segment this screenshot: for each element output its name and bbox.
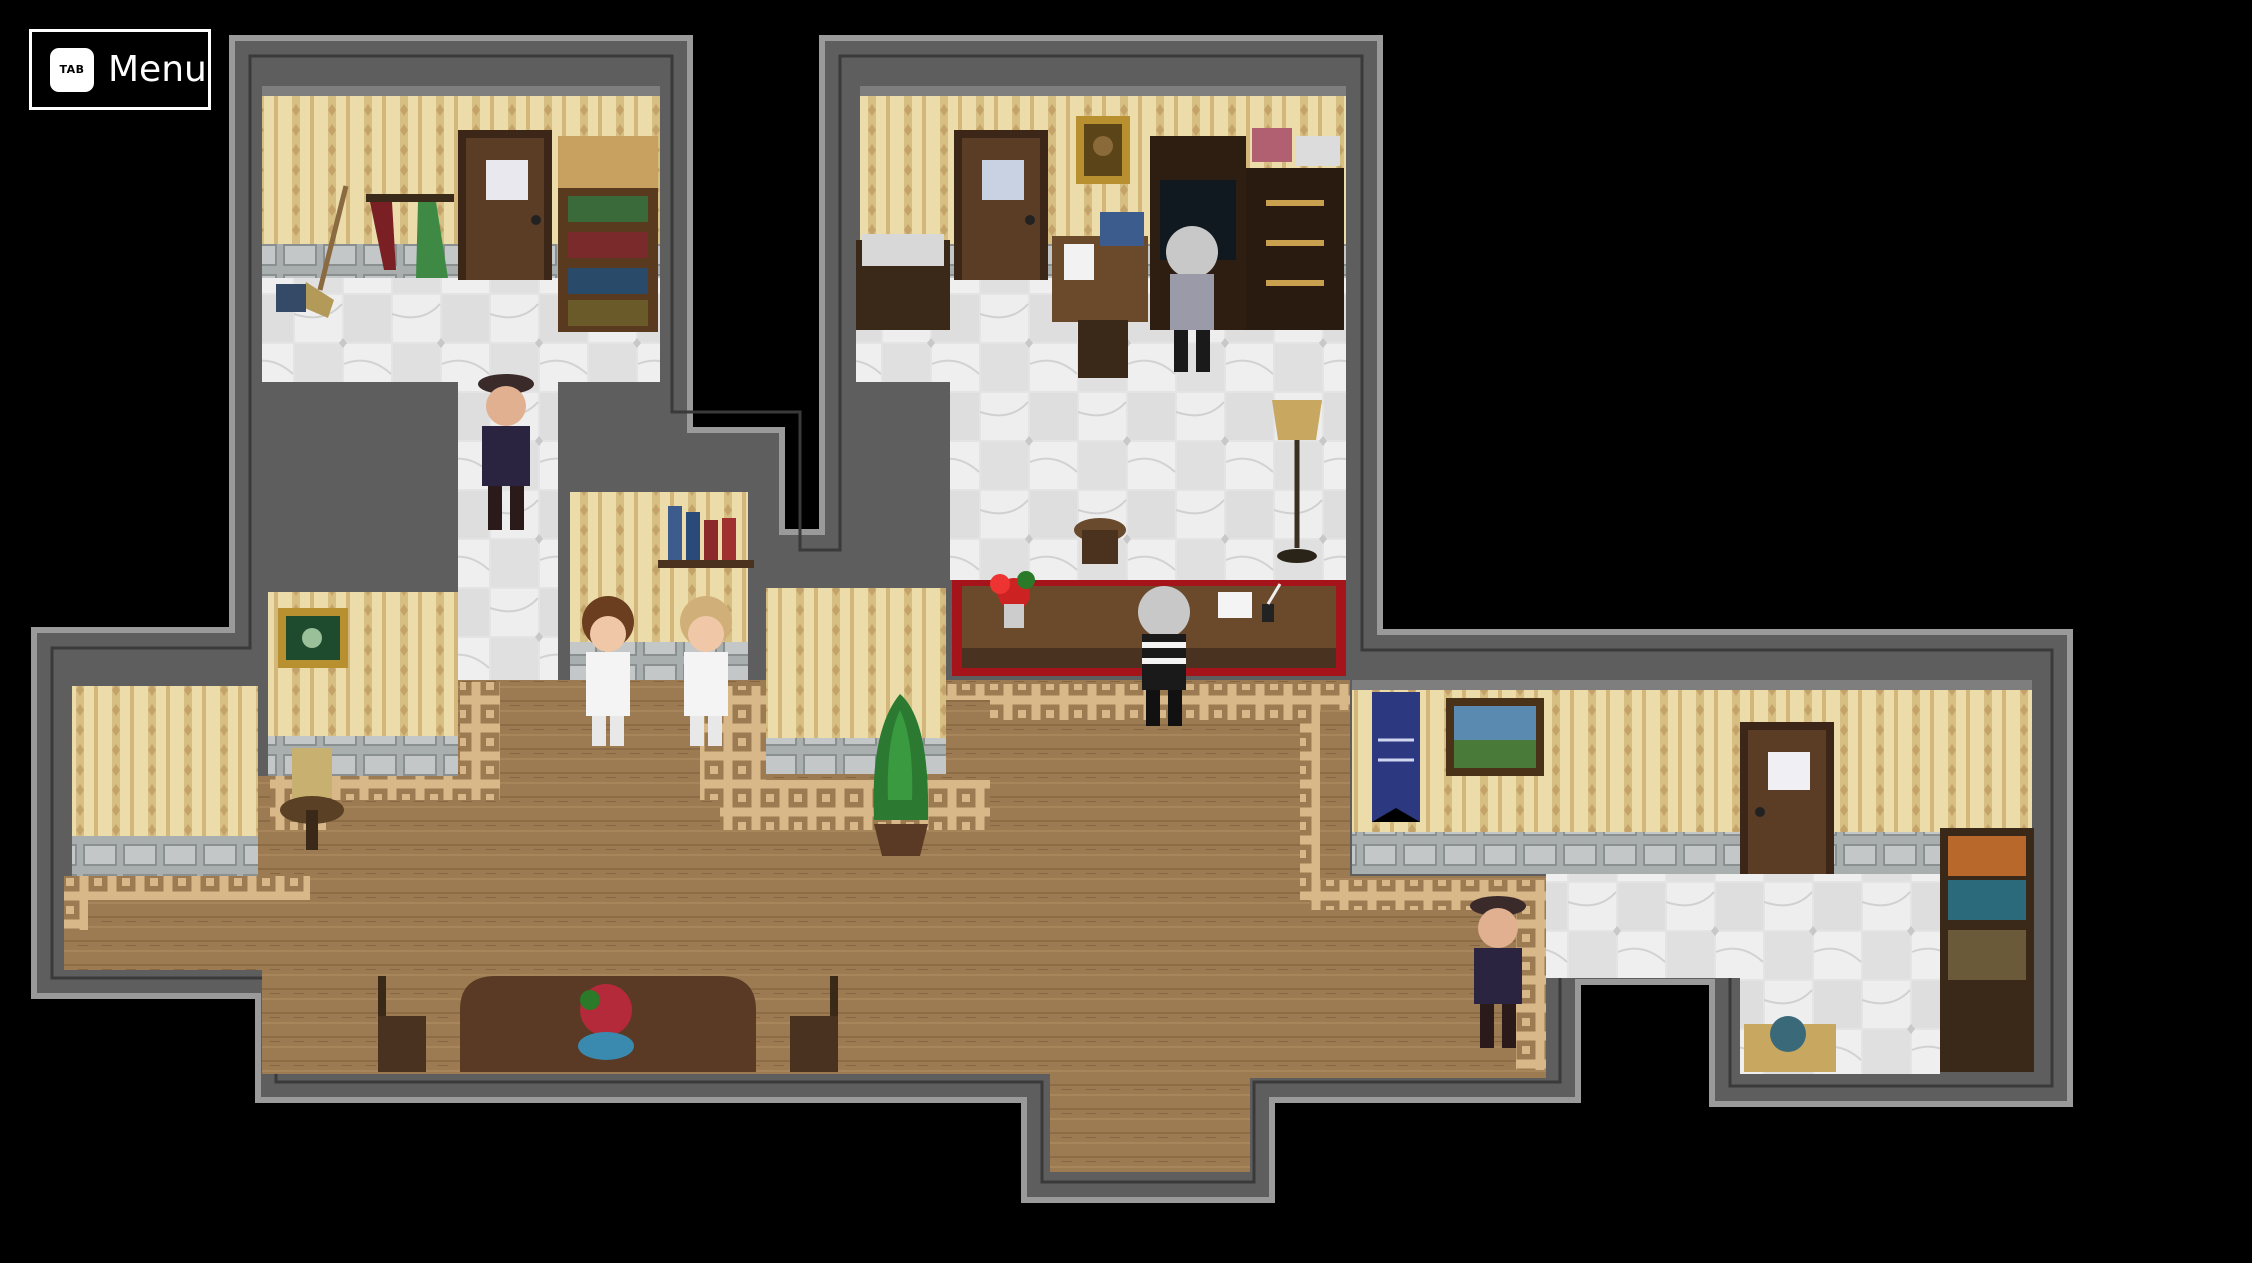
- door-east[interactable]: [1740, 722, 1834, 874]
- blue-banner: [1372, 692, 1420, 822]
- bookshelf-storage: [558, 136, 658, 332]
- tab-key-icon: TAB: [50, 47, 94, 92]
- portrait-painting: [1076, 116, 1130, 184]
- menu-label: Menu: [108, 49, 207, 90]
- door-office[interactable]: [954, 130, 1048, 280]
- framed-plant-picture: [278, 608, 348, 668]
- east-bookshelf: [1940, 828, 2034, 1072]
- landscape-painting: [1446, 698, 1544, 776]
- dining-table: [460, 976, 756, 1072]
- menu-button[interactable]: TAB Menu: [29, 29, 211, 110]
- tab-key-label: TAB: [59, 63, 85, 76]
- game-viewport[interactable]: TAB Menu: [0, 0, 2252, 1263]
- water-jug-table: [1744, 1016, 1836, 1072]
- door-storage[interactable]: [458, 130, 552, 280]
- map-scene: [31, 35, 2073, 1203]
